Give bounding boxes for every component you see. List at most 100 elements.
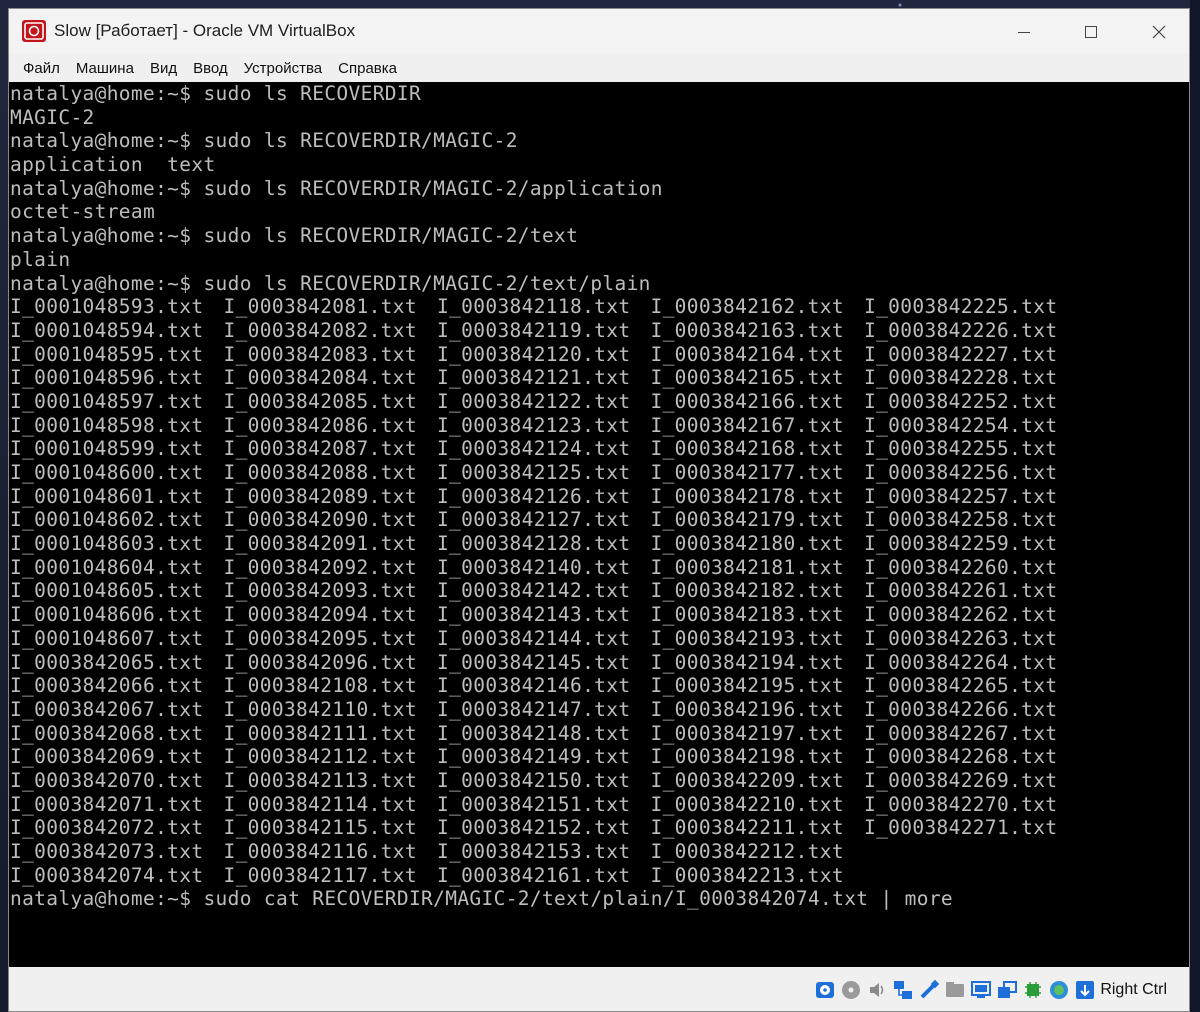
file-entry: I_0003842269.txt — [864, 768, 1058, 792]
file-entry: I_0003842081.txt — [223, 295, 417, 319]
file-entry: I_0001048595.txt — [10, 342, 204, 366]
file-entry: I_0003842066.txt — [10, 674, 204, 698]
file-entry: I_0003842122.txt — [437, 389, 631, 413]
file-entry: I_0003842086.txt — [223, 413, 417, 437]
file-entry: I_0003842117.txt — [223, 863, 417, 887]
file-entry: I_0001048600.txt — [10, 461, 204, 484]
audio-icon[interactable] — [866, 979, 888, 1001]
file-listing-row: I_0001048606.txt I_0003842094.txt I_000384… — [9, 603, 1189, 627]
file-entry: I_0003842153.txt — [437, 840, 631, 863]
title-bar[interactable]: Slow [Работает] - Oracle VM VirtualBox — [9, 9, 1189, 54]
file-entry: I_0003842090.txt — [223, 508, 417, 532]
file-entry: I_0003842121.txt — [437, 366, 631, 390]
file-listing-row: I_0001048602.txt I_0003842090.txt I_000384… — [9, 508, 1189, 532]
menu-file[interactable]: Файл — [15, 57, 68, 80]
shared-folders-icon[interactable] — [944, 979, 966, 1001]
file-entry: I_0001048601.txt — [10, 484, 204, 508]
file-entry: I_0003842108.txt — [223, 674, 417, 698]
file-entry: I_0003842145.txt — [437, 650, 631, 674]
file-listing-row: I_0001048597.txt I_0003842085.txt I_000384… — [9, 390, 1189, 414]
status-bar: Right Ctrl — [9, 967, 1189, 1011]
file-entry: I_0003842143.txt — [437, 603, 631, 627]
file-entry: I_0003842168.txt — [650, 437, 844, 461]
menu-help[interactable]: Справка — [330, 57, 405, 80]
cpu-icon[interactable] — [1022, 979, 1044, 1001]
file-entry: I_0001048604.txt — [10, 555, 204, 579]
file-entry — [864, 864, 1078, 888]
file-listing-row: I_0003842066.txt I_0003842108.txt I_000384… — [9, 674, 1189, 698]
optical-drive-icon[interactable] — [840, 979, 862, 1001]
display-icon[interactable] — [970, 979, 992, 1001]
file-entry: I_0003842257.txt — [864, 484, 1058, 508]
file-entry: I_0003842067.txt — [10, 697, 204, 721]
console-line: octet-stream — [10, 200, 156, 224]
file-listing-row: I_0001048604.txt I_0003842092.txt I_000384… — [9, 556, 1189, 580]
window-title: Slow [Работает] - Oracle VM VirtualBox — [54, 21, 356, 40]
file-entry: I_0003842263.txt — [864, 626, 1058, 650]
menu-input[interactable]: Ввод — [185, 57, 236, 80]
file-entry: I_0003842177.txt — [650, 461, 844, 484]
file-entry: I_0003842163.txt — [650, 318, 844, 342]
console-line: natalya@home:~$ sudo ls RECOVERDIR/MAGIC… — [10, 224, 579, 248]
file-entry: I_0003842069.txt — [10, 745, 204, 769]
file-entry: I_0003842125.txt — [437, 461, 631, 484]
file-entry: I_0003842213.txt — [650, 863, 844, 887]
file-entry: I_0003842073.txt — [10, 840, 204, 863]
file-entry: I_0003842093.txt — [223, 579, 417, 603]
menu-machine[interactable]: Машина — [68, 57, 142, 80]
file-entry: I_0003842161.txt — [437, 863, 631, 887]
file-entry: I_0003842091.txt — [223, 532, 417, 556]
file-entry: I_0003842209.txt — [650, 768, 844, 792]
hard-disk-icon[interactable] — [814, 979, 836, 1001]
file-entry: I_0003842182.txt — [650, 579, 844, 603]
menu-view[interactable]: Вид — [142, 57, 185, 80]
file-entry: I_0003842144.txt — [437, 626, 631, 650]
file-entry: I_0003842162.txt — [650, 295, 844, 319]
file-entry: I_0003842265.txt — [864, 674, 1058, 698]
file-entry: I_0003842268.txt — [864, 745, 1058, 769]
file-entry: I_0003842119.txt — [437, 318, 631, 342]
mouse-integration-icon[interactable] — [1048, 979, 1070, 1001]
file-entry: I_0003842226.txt — [864, 318, 1058, 342]
network-icon[interactable] — [892, 979, 914, 1001]
file-entry: I_0003842255.txt — [864, 437, 1058, 461]
file-entry: I_0003842166.txt — [650, 389, 844, 413]
menu-devices[interactable]: Устройства — [236, 57, 330, 80]
file-listing-row: I_0003842072.txt I_0003842115.txt I_000384… — [9, 816, 1189, 840]
file-entry: I_0003842118.txt — [437, 295, 631, 319]
file-entry: I_0003842087.txt — [223, 437, 417, 461]
file-entry: I_0003842150.txt — [437, 768, 631, 792]
file-entry: I_0003842264.txt — [864, 650, 1058, 674]
file-entry: I_0003842198.txt — [650, 745, 844, 769]
file-entry: I_0003842271.txt — [864, 816, 1058, 840]
file-listing-row: I_0001048594.txt I_0003842082.txt I_000384… — [9, 319, 1189, 343]
file-entry: I_0001048605.txt — [10, 579, 204, 603]
file-entry: I_0003842114.txt — [223, 792, 417, 816]
file-entry: I_0003842068.txt — [10, 721, 204, 745]
vm-console[interactable]: natalya@home:~$ sudo ls RECOVERDIR MAGIC… — [9, 82, 1189, 967]
file-entry: I_0001048606.txt — [10, 603, 204, 627]
keyboard-capture-icon[interactable] — [1074, 979, 1096, 1001]
close-icon[interactable] — [1129, 9, 1189, 54]
file-entry: I_0003842179.txt — [650, 508, 844, 532]
maximize-icon[interactable] — [1061, 9, 1121, 54]
file-entry: I_0001048593.txt — [10, 295, 204, 319]
file-entry: I_0003842082.txt — [223, 318, 417, 342]
file-entry: I_0003842178.txt — [650, 484, 844, 508]
file-entry: I_0003842225.txt — [864, 295, 1058, 319]
minimize-icon[interactable] — [994, 9, 1054, 54]
file-entry: I_0003842096.txt — [223, 650, 417, 674]
file-entry: I_0001048594.txt — [10, 318, 204, 342]
file-entry: I_0003842127.txt — [437, 508, 631, 532]
virtualbox-icon — [22, 20, 46, 42]
file-entry: I_0003842074.txt — [10, 863, 204, 887]
file-entry: I_0003842146.txt — [437, 674, 631, 698]
file-entry: I_0003842095.txt — [223, 626, 417, 650]
video-capture-icon[interactable] — [996, 979, 1018, 1001]
file-entry: I_0003842211.txt — [650, 816, 844, 840]
file-listing-row: I_0001048598.txt I_0003842086.txt I_000384… — [9, 414, 1189, 438]
file-entry: I_0003842112.txt — [223, 745, 417, 769]
file-entry: I_0003842267.txt — [864, 721, 1058, 745]
file-entry: I_0003842258.txt — [864, 508, 1058, 532]
usb-icon[interactable] — [918, 979, 940, 1001]
